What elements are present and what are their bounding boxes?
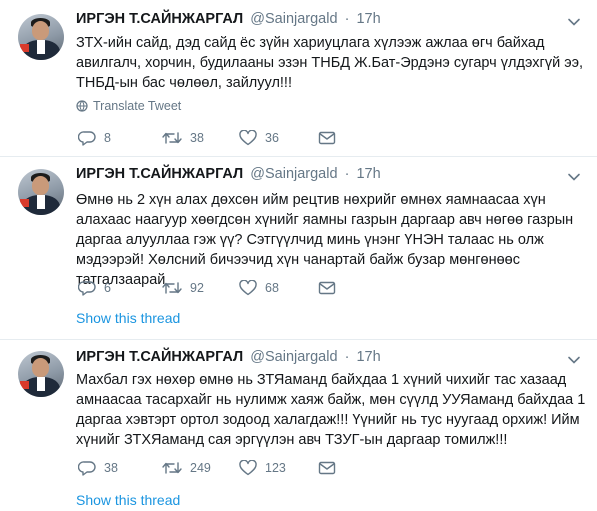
tweet-2[interactable]: ИРГЭН Т.САЙНЖАРГАЛ @Sainjargald · 17h Өм…	[0, 157, 597, 340]
retweet-button[interactable]: 38	[162, 130, 204, 146]
like-button[interactable]: 68	[239, 280, 279, 296]
reply-button[interactable]: 8	[78, 130, 111, 146]
author-name[interactable]: ИРГЭН Т.САЙНЖАРГАЛ	[76, 166, 243, 182]
tweet-text: Өмнө нь 2 хүн алах дөхсөн ийм рецтив нөх…	[76, 192, 574, 288]
author-handle[interactable]: @Sainjargald	[250, 166, 337, 182]
dm-button[interactable]	[318, 130, 344, 146]
dm-icon	[318, 461, 336, 475]
retweet-count: 38	[190, 131, 204, 145]
chevron-down-icon[interactable]	[567, 353, 581, 367]
retweet-icon	[162, 132, 182, 144]
tweet-header: ИРГЭН Т.САЙНЖАРГАЛ @Sainjargald · 17h	[76, 166, 381, 186]
separator-dot: ·	[344, 166, 350, 182]
avatar[interactable]	[18, 351, 64, 397]
like-count: 36	[265, 131, 279, 145]
chevron-down-icon[interactable]	[567, 170, 581, 184]
retweet-button[interactable]: 92	[162, 280, 204, 296]
like-icon	[239, 130, 257, 146]
dm-icon	[318, 131, 336, 145]
tweet-text: ЗТХ-ийн сайд, дэд сайд ёс зүйн хариуцлаг…	[76, 35, 584, 91]
like-icon	[239, 460, 257, 476]
reply-button[interactable]: 6	[78, 280, 111, 296]
author-handle[interactable]: @Sainjargald	[250, 11, 337, 27]
reply-count: 6	[104, 281, 111, 295]
translate-tweet-link[interactable]: Translate Tweet	[76, 99, 181, 113]
avatar[interactable]	[18, 169, 64, 215]
tweet-header: ИРГЭН Т.САЙНЖАРГАЛ @Sainjargald · 17h	[76, 11, 381, 31]
retweet-count: 249	[190, 461, 211, 475]
tweet-timestamp[interactable]: 17h	[356, 11, 380, 27]
retweet-count: 92	[190, 281, 204, 295]
author-handle[interactable]: @Sainjargald	[250, 349, 337, 365]
tweet-text: Махбал гэх нөхөр өмнө нь ЗТЯаманд байхда…	[76, 372, 586, 448]
tweet-3[interactable]: ИРГЭН Т.САЙНЖАРГАЛ @Sainjargald · 17h Ма…	[0, 340, 597, 511]
dm-icon	[318, 281, 336, 295]
reply-count: 38	[104, 461, 118, 475]
like-icon	[239, 280, 257, 296]
translate-label[interactable]: Translate Tweet	[93, 99, 181, 113]
retweet-button[interactable]: 249	[162, 460, 211, 476]
reply-icon	[78, 281, 96, 296]
retweet-icon	[162, 282, 182, 294]
like-button[interactable]: 123	[239, 460, 286, 476]
author-name[interactable]: ИРГЭН Т.САЙНЖАРГАЛ	[76, 349, 243, 365]
globe-icon	[76, 100, 88, 112]
dm-button[interactable]	[318, 460, 344, 476]
separator-dot: ·	[344, 11, 350, 27]
avatar[interactable]	[18, 14, 64, 60]
show-thread-link[interactable]: Show this thread	[76, 492, 180, 508]
show-thread-link[interactable]: Show this thread	[76, 310, 180, 326]
reply-count: 8	[104, 131, 111, 145]
tweet-timestamp[interactable]: 17h	[356, 166, 380, 182]
like-button[interactable]: 36	[239, 130, 279, 146]
tweet-timestamp[interactable]: 17h	[356, 349, 380, 365]
reply-button[interactable]: 38	[78, 460, 118, 476]
like-count: 68	[265, 281, 279, 295]
tweet-header: ИРГЭН Т.САЙНЖАРГАЛ @Sainjargald · 17h	[76, 349, 381, 369]
retweet-icon	[162, 462, 182, 474]
chevron-down-icon[interactable]	[567, 15, 581, 29]
tweet-timeline: ИРГЭН Т.САЙНЖАРГАЛ @Sainjargald · 17h ЗТ…	[0, 0, 597, 511]
tweet-1[interactable]: ИРГЭН Т.САЙНЖАРГАЛ @Sainjargald · 17h ЗТ…	[0, 0, 597, 157]
separator-dot: ·	[344, 349, 350, 365]
reply-icon	[78, 131, 96, 146]
dm-button[interactable]	[318, 280, 344, 296]
reply-icon	[78, 461, 96, 476]
author-name[interactable]: ИРГЭН Т.САЙНЖАРГАЛ	[76, 11, 243, 27]
like-count: 123	[265, 461, 286, 475]
